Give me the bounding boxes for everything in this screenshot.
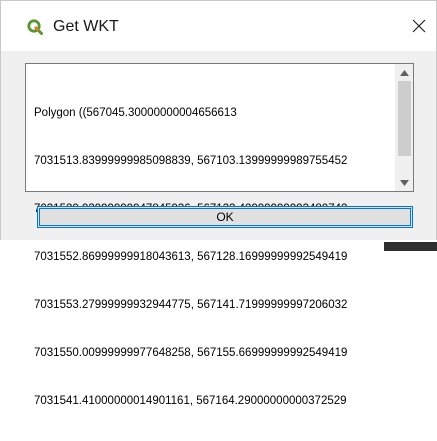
- scroll-down-arrow-icon: [400, 179, 409, 186]
- close-icon: [412, 19, 426, 33]
- scroll-down-button[interactable]: [396, 174, 413, 191]
- wkt-line: 7031513.83999999985098839, 567103.139999…: [34, 155, 348, 167]
- vertical-scrollbar[interactable]: [395, 64, 413, 191]
- ok-button-label: OK: [216, 210, 234, 224]
- window-title: Get WKT: [53, 18, 119, 35]
- wkt-line: 7031553.27999999932944775, 567141.719999…: [34, 299, 348, 311]
- wkt-line: 7031541.41000000014901161, 567164.290000…: [34, 395, 347, 407]
- qgis-logo-icon: [27, 19, 43, 35]
- background-strip: [0, 240, 437, 251]
- wkt-text-area[interactable]: Polygon ((567045.30000000004656613 70315…: [25, 63, 414, 407]
- wkt-text: Polygon ((567045.30000000004656613 70315…: [34, 73, 400, 441]
- close-button[interactable]: [404, 13, 434, 39]
- get-wkt-dialog: Get WKT Polygon ((567045.300000000046566…: [0, 0, 437, 407]
- wkt-line: Polygon ((567045.30000000004656613: [34, 107, 237, 119]
- wkt-line: 7031552.86999999918043613, 567128.169999…: [34, 251, 348, 263]
- scroll-up-button[interactable]: [396, 64, 413, 81]
- scroll-up-arrow-icon: [400, 69, 409, 76]
- scrollbar-thumb[interactable]: [398, 81, 411, 156]
- title-bar: Get WKT: [1, 1, 436, 51]
- background-window-edge: [384, 242, 437, 251]
- ok-button[interactable]: OK: [37, 206, 413, 228]
- wkt-line: 7031550.00999999977648258, 567155.669999…: [34, 347, 348, 359]
